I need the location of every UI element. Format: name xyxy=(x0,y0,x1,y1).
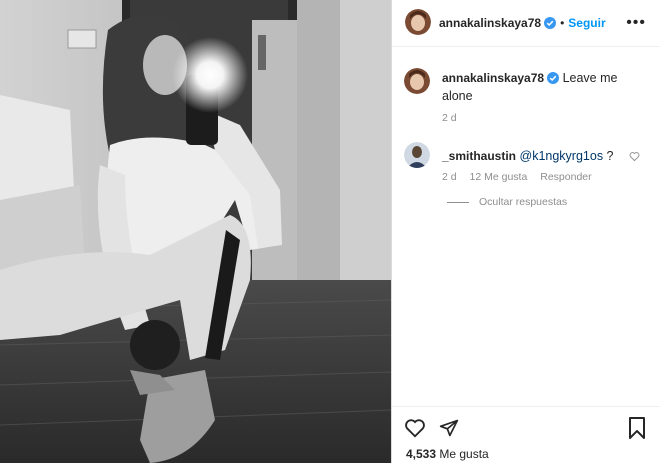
post-sidebar: annakalinskaya78 • Seguir ••• annakalinska… xyxy=(391,0,660,463)
comment-likes[interactable]: 12 Me gusta xyxy=(470,171,528,183)
save-bookmark-icon[interactable] xyxy=(628,417,646,444)
commenter-avatar[interactable] xyxy=(404,142,430,168)
post-actions-bar: 4,533 Me gusta xyxy=(392,406,660,464)
post-image-illustration xyxy=(0,0,391,463)
likes-summary[interactable]: 4,533 Me gusta xyxy=(406,447,489,461)
likes-label: Me gusta xyxy=(439,447,489,461)
hide-replies-toggle[interactable]: Ocultar respuestas xyxy=(447,196,567,208)
header-username[interactable]: annakalinskaya78 xyxy=(439,16,541,30)
hide-replies-label: Ocultar respuestas xyxy=(479,196,568,208)
post-header: annakalinskaya78 • Seguir ••• xyxy=(392,0,660,47)
comment-text-block: _smithaustin @k1ngkyrg1os ? xyxy=(442,148,642,164)
avatar-image xyxy=(404,68,430,94)
avatar-image xyxy=(405,9,431,35)
likes-count: 4,533 xyxy=(406,447,437,461)
more-options-icon[interactable]: ••• xyxy=(626,14,646,32)
like-comment-heart-icon[interactable] xyxy=(629,149,640,167)
follow-button[interactable]: Seguir xyxy=(568,16,605,30)
caption-avatar[interactable] xyxy=(404,68,430,94)
like-heart-icon[interactable] xyxy=(404,417,426,444)
header-author-line: annakalinskaya78 • Seguir xyxy=(439,14,606,34)
avatar-image xyxy=(404,142,430,168)
post-photo[interactable] xyxy=(0,0,391,463)
caption-username[interactable]: annakalinskaya78 xyxy=(442,71,544,85)
share-paper-plane-icon[interactable] xyxy=(439,418,459,443)
comment-meta: 2 d 12 Me gusta Responder xyxy=(442,171,592,183)
comment-username[interactable]: _smithaustin xyxy=(442,149,516,163)
verified-badge-icon xyxy=(544,16,557,34)
caption-text-block: annakalinskaya78 Leave me alone xyxy=(442,70,642,104)
caption-timestamp[interactable]: 2 d xyxy=(442,112,457,124)
replies-divider-line xyxy=(447,201,469,203)
reply-button[interactable]: Responder xyxy=(540,171,591,183)
verified-badge-icon xyxy=(547,72,560,88)
comment-timestamp[interactable]: 2 d xyxy=(442,171,457,183)
comment-mention[interactable]: @k1ngkyrg1os xyxy=(520,149,604,163)
author-avatar[interactable] xyxy=(405,9,431,35)
separator-dot: • xyxy=(560,16,565,30)
comment-text: ? xyxy=(603,149,614,163)
